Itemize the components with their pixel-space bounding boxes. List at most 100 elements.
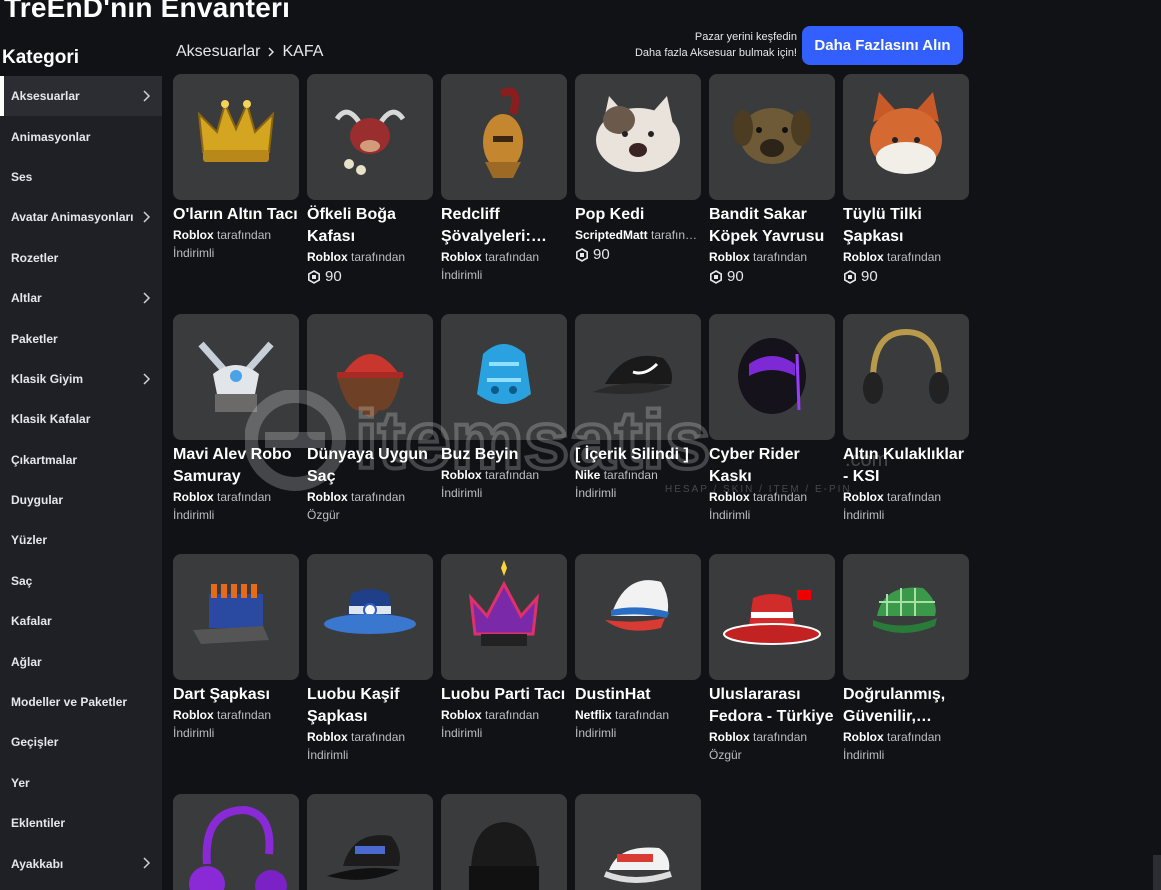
item-thumbnail[interactable]: [575, 74, 701, 200]
sidebar-item[interactable]: Saç: [0, 561, 162, 601]
sidebar-item[interactable]: Altlar: [0, 278, 162, 318]
item-card[interactable]: Dünyaya Uygun Saç Roblox tarafından Özgür: [307, 314, 433, 522]
item-thumbnail[interactable]: [843, 314, 969, 440]
breadcrumb-parent-link[interactable]: Aksesuarlar: [176, 43, 260, 61]
item-thumbnail[interactable]: [307, 314, 433, 440]
item-thumbnail[interactable]: [843, 74, 969, 200]
item-card[interactable]: Pop Kedi ScriptedMatt tarafın… 90: [575, 74, 701, 263]
creator-name[interactable]: Roblox: [441, 708, 482, 722]
creator-name[interactable]: Roblox: [173, 490, 214, 504]
chevron-right-icon[interactable]: [139, 856, 153, 870]
item-name[interactable]: Altın Kulaklıklar - KSI: [843, 444, 969, 488]
item-thumbnail[interactable]: [441, 794, 567, 890]
sidebar-item[interactable]: Rozetler: [0, 238, 162, 278]
item-card[interactable]: Mavi Alev Robo Samuray Roblox tarafından İ…: [173, 314, 299, 522]
creator-name[interactable]: Roblox: [307, 490, 348, 504]
item-thumbnail[interactable]: [843, 554, 969, 680]
item-card[interactable]: Luobu Parti Tacı Roblox tarafından İndirim…: [441, 554, 567, 740]
chevron-right-icon[interactable]: [139, 291, 153, 305]
sidebar-item[interactable]: Avatar Animasyonları: [0, 197, 162, 237]
sidebar-item[interactable]: Modeller ve Paketler: [0, 682, 162, 722]
creator-name[interactable]: Roblox: [173, 708, 214, 722]
sidebar-item[interactable]: Yer: [0, 763, 162, 803]
creator-name[interactable]: Roblox: [709, 730, 750, 744]
item-card[interactable]: Cyber Rider Kaskı Roblox tarafından İndiri…: [709, 314, 835, 522]
creator-name[interactable]: Roblox: [173, 228, 214, 242]
item-name[interactable]: Pop Kedi: [575, 204, 701, 226]
item-card[interactable]: Uluslararası Fedora - Türkiye Roblox tara…: [709, 554, 835, 762]
sidebar-item[interactable]: Eklentiler: [0, 803, 162, 843]
item-name[interactable]: Redcliff Şövalyeleri:…: [441, 204, 567, 248]
item-thumbnail[interactable]: [575, 794, 701, 890]
item-thumbnail[interactable]: [173, 554, 299, 680]
creator-name[interactable]: Nike: [575, 468, 600, 482]
item-card[interactable]: [ İçerik Silindi ] Nike tarafından İndirim…: [575, 314, 701, 500]
creator-name[interactable]: Roblox: [843, 730, 884, 744]
sidebar-item[interactable]: Ayakkabı: [0, 843, 162, 883]
item-thumbnail[interactable]: [441, 74, 567, 200]
scrollbar[interactable]: [1153, 855, 1161, 890]
item-name[interactable]: Tüylü Tilki Şapkası: [843, 204, 969, 248]
item-name[interactable]: Luobu Parti Tacı: [441, 684, 567, 706]
item-thumbnail[interactable]: [441, 554, 567, 680]
item-thumbnail[interactable]: [709, 554, 835, 680]
item-name[interactable]: Mavi Alev Robo Samuray: [173, 444, 299, 488]
creator-name[interactable]: Roblox: [441, 250, 482, 264]
get-more-button[interactable]: Daha Fazlasını Alın: [802, 26, 963, 65]
item-card[interactable]: Dart Şapkası Roblox tarafından İndirimli: [173, 554, 299, 740]
chevron-right-icon[interactable]: [139, 89, 153, 103]
item-name[interactable]: DustinHat: [575, 684, 701, 706]
sidebar-item[interactable]: Geçişler: [0, 722, 162, 762]
item-name[interactable]: Bandit Sakar Köpek Yavrusu: [709, 204, 835, 248]
item-thumbnail[interactable]: [575, 554, 701, 680]
chevron-right-icon[interactable]: [139, 372, 153, 386]
chevron-right-icon[interactable]: [139, 210, 153, 224]
sidebar-item[interactable]: Yüzler: [0, 520, 162, 560]
item-name[interactable]: Cyber Rider Kaskı: [709, 444, 835, 488]
item-name[interactable]: Uluslararası Fedora - Türkiye: [709, 684, 835, 728]
item-name[interactable]: O'ların Altın Tacı: [173, 204, 299, 226]
item-name[interactable]: Luobu Kaşif Şapkası: [307, 684, 433, 728]
item-card[interactable]: Buz Beyin Roblox tarafından İndirimli: [441, 314, 567, 500]
item-card[interactable]: Redcliff Şövalyeleri:… Roblox tarafından İ…: [441, 74, 567, 282]
item-name[interactable]: Öfkeli Boğa Kafası: [307, 204, 433, 248]
sidebar-item[interactable]: Animasyonlar: [0, 116, 162, 156]
item-thumbnail[interactable]: [441, 314, 567, 440]
item-card[interactable]: DustinHat Netflix tarafından İndirimli: [575, 554, 701, 740]
item-card[interactable]: Öfkeli Boğa Kafası Roblox tarafından 90: [307, 74, 433, 285]
item-card[interactable]: Altın Kulaklıklar - KSI Roblox tarafından…: [843, 314, 969, 522]
item-card[interactable]: [173, 794, 299, 890]
item-thumbnail[interactable]: [709, 74, 835, 200]
item-card[interactable]: [307, 794, 433, 890]
creator-name[interactable]: Roblox: [843, 250, 884, 264]
creator-name[interactable]: Roblox: [307, 730, 348, 744]
creator-name[interactable]: Roblox: [441, 468, 482, 482]
item-name[interactable]: [ İçerik Silindi ]: [575, 444, 701, 466]
item-card[interactable]: Luobu Kaşif Şapkası Roblox tarafından İndi…: [307, 554, 433, 762]
sidebar-item[interactable]: Çıkartmalar: [0, 440, 162, 480]
creator-name[interactable]: Roblox: [709, 250, 750, 264]
sidebar-item[interactable]: Klasik Kafalar: [0, 399, 162, 439]
item-name[interactable]: Dart Şapkası: [173, 684, 299, 706]
creator-name[interactable]: Roblox: [307, 250, 348, 264]
item-card[interactable]: [575, 794, 701, 890]
sidebar-item[interactable]: Ses: [0, 157, 162, 197]
sidebar-item[interactable]: Duygular: [0, 480, 162, 520]
item-thumbnail[interactable]: [173, 794, 299, 890]
sidebar-item[interactable]: Paketler: [0, 318, 162, 358]
item-thumbnail[interactable]: [173, 74, 299, 200]
item-card[interactable]: Tüylü Tilki Şapkası Roblox tarafından 90: [843, 74, 969, 285]
item-thumbnail[interactable]: [307, 554, 433, 680]
creator-name[interactable]: Netflix: [575, 708, 612, 722]
sidebar-item[interactable]: Aksesuarlar: [0, 76, 162, 117]
creator-name[interactable]: ScriptedMatt: [575, 228, 648, 242]
sidebar-item[interactable]: Ağlar: [0, 641, 162, 681]
item-thumbnail[interactable]: [709, 314, 835, 440]
item-thumbnail[interactable]: [575, 314, 701, 440]
item-card[interactable]: Doğrulanmış, Güvenilir,… Roblox tarafında…: [843, 554, 969, 762]
item-name[interactable]: Dünyaya Uygun Saç: [307, 444, 433, 488]
sidebar-item[interactable]: Klasik Giyim: [0, 359, 162, 399]
item-card[interactable]: [441, 794, 567, 890]
item-thumbnail[interactable]: [307, 74, 433, 200]
creator-name[interactable]: Roblox: [843, 490, 884, 504]
